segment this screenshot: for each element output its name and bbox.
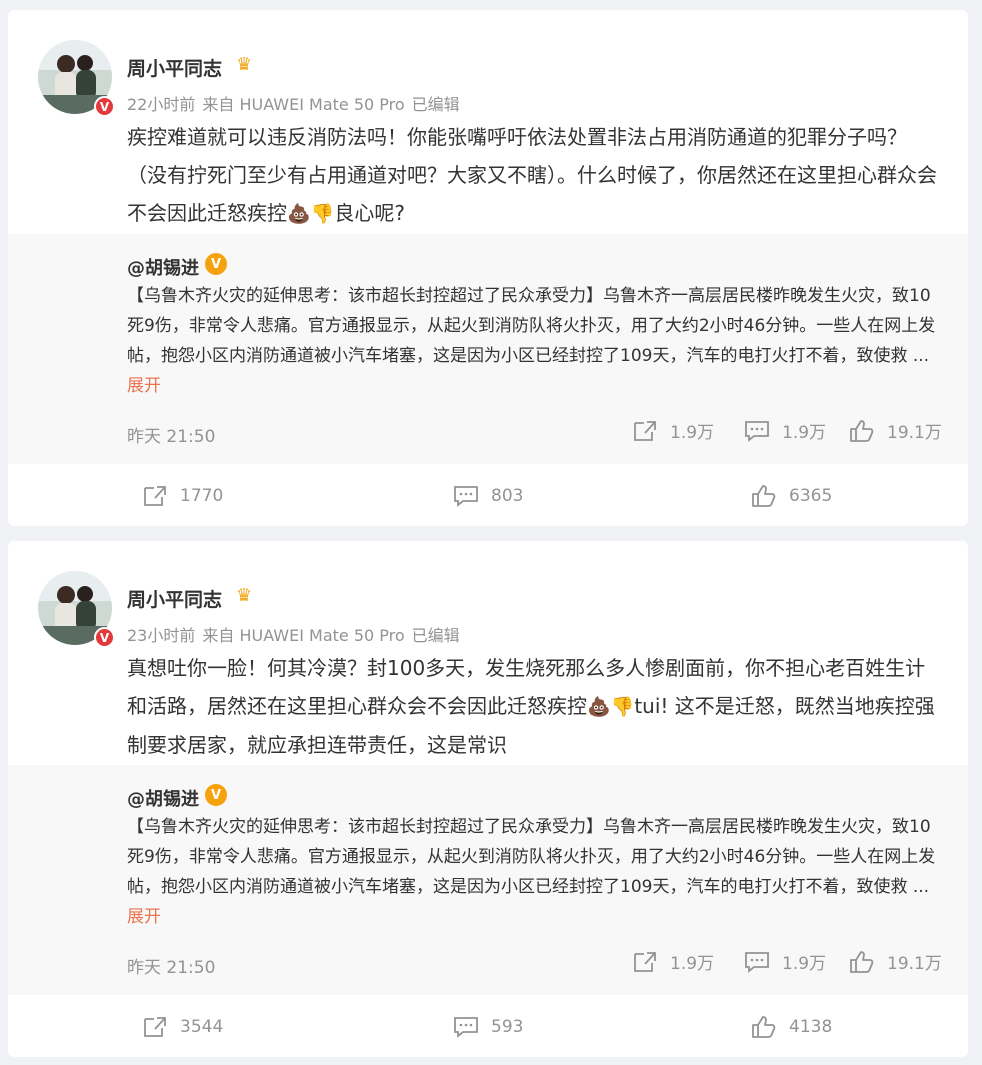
thumbs-down-emoji-icon: 👎: [310, 203, 335, 225]
repost-comment-count: 1.9万: [782, 954, 827, 974]
post-card: V 周小平同志 ♛ 22小时前 来自 HUAWEI Mate 50 Pro 已编辑 …: [8, 10, 968, 526]
post-time[interactable]: 23小时前: [127, 626, 195, 645]
verified-badge-icon: V: [205, 784, 227, 806]
share-icon: [144, 486, 166, 506]
repost-comment-button[interactable]: 1.9万: [744, 949, 826, 974]
share-button[interactable]: 3544: [142, 1015, 223, 1039]
like-button[interactable]: 4138: [751, 1015, 832, 1039]
verified-badge-icon: V: [94, 96, 115, 117]
comment-count: 803: [491, 486, 524, 506]
edited-label[interactable]: 已编辑: [412, 95, 460, 114]
repost-comment-button[interactable]: 1.9万: [744, 418, 826, 443]
comment-icon: [745, 420, 769, 442]
repost-like-count: 19.1万: [887, 423, 942, 443]
repost-share-count: 1.9万: [670, 423, 715, 443]
repost-author[interactable]: @胡锡进: [127, 785, 199, 811]
post-text-body: 疾控难道就可以违反消防法吗！你能张嘴呼吁依法处置非法占用消防通道的犯罪分子吗？（…: [127, 125, 937, 225]
share-count: 1770: [180, 486, 224, 506]
repost-like-button[interactable]: 19.1万: [849, 418, 942, 443]
share-count: 3544: [180, 1017, 224, 1037]
edited-label[interactable]: 已编辑: [412, 626, 460, 645]
crown-icon: ♛: [236, 585, 253, 606]
avatar[interactable]: V: [38, 40, 115, 117]
avatar[interactable]: V: [38, 571, 115, 648]
repost-block: @胡锡进 V 【乌鲁木齐火灾的延伸思考：该市超长封控超过了民众承受力】乌鲁木齐一…: [8, 765, 968, 995]
repost-like-button[interactable]: 19.1万: [849, 949, 942, 974]
expand-link[interactable]: 展开: [127, 907, 161, 927]
like-button[interactable]: 6365: [751, 484, 832, 508]
comment-count: 593: [491, 1017, 524, 1037]
repost-comment-count: 1.9万: [782, 423, 827, 443]
repost-author[interactable]: @胡锡进: [127, 254, 199, 280]
share-button[interactable]: 1770: [142, 484, 223, 508]
thumbs-up-icon: [752, 1016, 776, 1038]
poop-emoji-icon: 💩: [587, 696, 611, 718]
repost-block: @胡锡进 V 【乌鲁木齐火灾的延伸思考：该市超长封控超过了民众承受力】乌鲁木齐一…: [8, 234, 968, 464]
share-icon: [634, 951, 656, 972]
repost-share-count: 1.9万: [670, 954, 715, 974]
repost-text: 【乌鲁木齐火灾的延伸思考：该市超长封控超过了民众承受力】乌鲁木齐一高层居民楼昨晚…: [127, 281, 942, 401]
repost-like-count: 19.1万: [887, 954, 942, 974]
repost-time[interactable]: 昨天 21:50: [127, 953, 215, 978]
post-text-tail: 良心呢?: [334, 201, 405, 225]
comment-icon: [454, 486, 478, 507]
like-count: 6365: [789, 486, 833, 506]
expand-link[interactable]: 展开: [127, 376, 161, 396]
repost-share-button[interactable]: 1.9万: [632, 418, 714, 443]
post-footer: 1770 803 6365: [8, 464, 968, 526]
author-name[interactable]: 周小平同志: [127, 54, 222, 81]
poop-emoji-icon: 💩: [287, 203, 311, 225]
verified-badge-icon: V: [94, 627, 115, 648]
comment-button[interactable]: 803: [453, 484, 523, 508]
post-footer: 3544 593 4138: [8, 995, 968, 1057]
share-icon: [144, 1017, 166, 1037]
thumbs-up-icon: [752, 485, 776, 507]
repost-text-body: 【乌鲁木齐火灾的延伸思考：该市超长封控超过了民众承受力】乌鲁木齐一高层居民楼昨晚…: [127, 817, 936, 897]
thumbs-up-icon: [850, 950, 874, 973]
verified-badge-icon: V: [205, 253, 227, 275]
repost-text-body: 【乌鲁木齐火灾的延伸思考：该市超长封控超过了民众承受力】乌鲁木齐一高层居民楼昨晚…: [127, 286, 936, 366]
thumbs-down-emoji-icon: 👎: [610, 696, 635, 718]
comment-icon: [454, 1017, 478, 1038]
comment-button[interactable]: 593: [453, 1015, 523, 1039]
post-source: 来自 HUAWEI Mate 50 Pro: [202, 95, 405, 114]
post-meta: 23小时前 来自 HUAWEI Mate 50 Pro 已编辑: [127, 622, 467, 646]
share-icon: [634, 420, 656, 441]
post-meta: 22小时前 来自 HUAWEI Mate 50 Pro 已编辑: [127, 91, 467, 115]
repost-share-button[interactable]: 1.9万: [632, 949, 714, 974]
author-name[interactable]: 周小平同志: [127, 585, 222, 612]
repost-time[interactable]: 昨天 21:50: [127, 422, 215, 447]
post-text: 疾控难道就可以违反消防法吗！你能张嘴呼吁依法处置非法占用消防通道的犯罪分子吗？（…: [127, 118, 942, 233]
post-text: 真想吐你一脸！何其冷漠？封100多天，发生烧死那么多人惨剧面前，你不担心老百姓生…: [127, 649, 942, 764]
post-source: 来自 HUAWEI Mate 50 Pro: [202, 626, 405, 645]
post-card: V 周小平同志 ♛ 23小时前 来自 HUAWEI Mate 50 Pro 已编辑 …: [8, 541, 968, 1057]
thumbs-up-icon: [850, 419, 874, 442]
post-time[interactable]: 22小时前: [127, 95, 195, 114]
crown-icon: ♛: [236, 54, 253, 75]
repost-text: 【乌鲁木齐火灾的延伸思考：该市超长封控超过了民众承受力】乌鲁木齐一高层居民楼昨晚…: [127, 812, 942, 932]
like-count: 4138: [789, 1017, 833, 1037]
comment-icon: [745, 951, 769, 973]
